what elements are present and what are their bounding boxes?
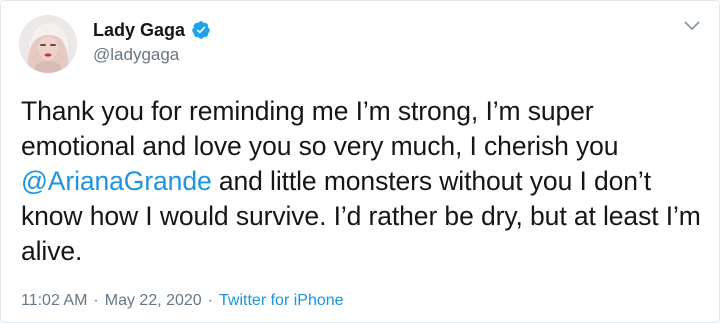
tweet-date[interactable]: May 22, 2020 — [105, 292, 202, 309]
profile-photo-icon — [19, 15, 77, 73]
tweet-meta: 11:02 AM · May 22, 2020 · Twitter for iPhone — [21, 291, 344, 311]
tweet-time[interactable]: 11:02 AM — [21, 292, 87, 309]
verified-badge-icon — [191, 20, 211, 40]
chevron-down-icon[interactable] — [681, 15, 703, 37]
tweet-text-part1: Thank you for reminding me I’m strong, I… — [21, 96, 619, 161]
avatar[interactable] — [19, 15, 77, 73]
display-name[interactable]: Lady Gaga — [93, 19, 185, 41]
handle[interactable]: @ladygaga — [93, 45, 179, 65]
meta-separator: · — [93, 292, 99, 309]
tweet-card: Lady Gaga @ladygaga Thank you for remind… — [0, 0, 720, 323]
author-name-row: Lady Gaga — [93, 19, 211, 41]
tweet-text: Thank you for reminding me I’m strong, I… — [21, 94, 711, 269]
tweet-source-link[interactable]: Twitter for iPhone — [219, 292, 344, 309]
meta-separator: · — [207, 292, 214, 309]
mention-link[interactable]: @ArianaGrande — [21, 166, 212, 196]
